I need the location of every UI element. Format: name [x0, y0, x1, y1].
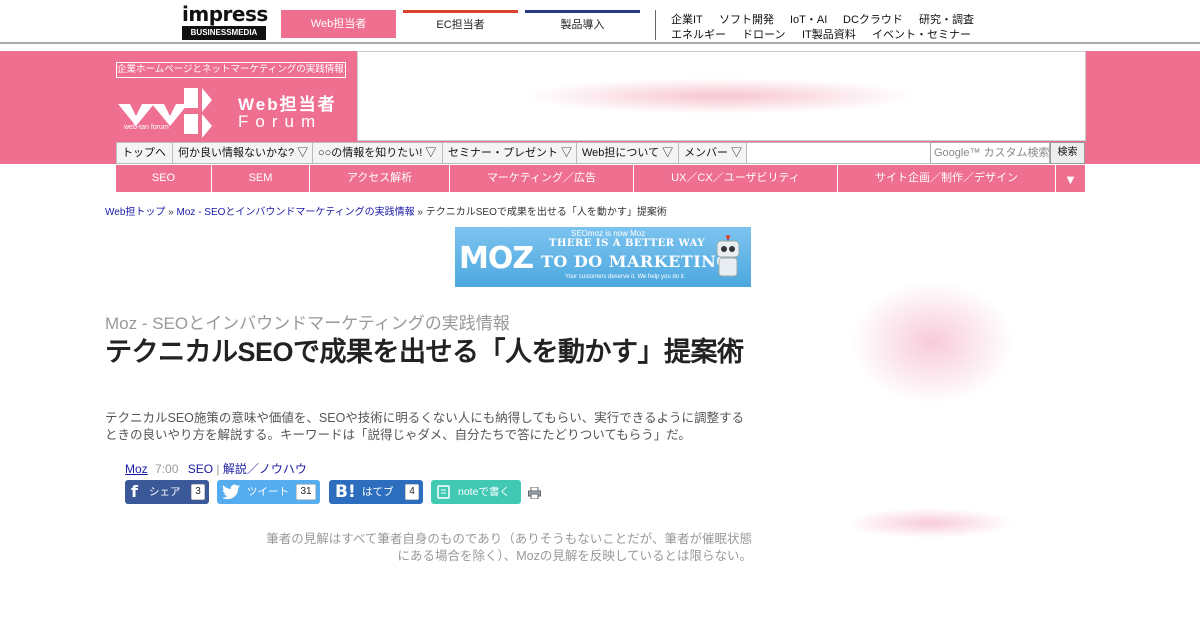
ad-headline-2: TO DO MARKETING [541, 252, 731, 271]
banner-placeholder-graphic [520, 78, 920, 114]
nav-member[interactable]: メンバー ▽ [679, 143, 747, 163]
category-link-seo[interactable]: SEO [188, 462, 213, 476]
twitter-icon [222, 484, 240, 500]
search-button[interactable]: 検索 [1050, 142, 1085, 164]
tab-web-tanto[interactable]: Web担当者 [281, 10, 396, 38]
note-icon [437, 485, 450, 499]
hatena-bookmark-label: はてブ [362, 486, 394, 498]
author-disclaimer: 筆者の見解はすべて筆者自身のものであり（ありそうもないことだが、筆者が催眠状態に… [266, 532, 752, 563]
nav-about[interactable]: Web担について ▽ [577, 143, 679, 163]
cat-seo[interactable]: SEO [116, 165, 212, 192]
hatena-bookmark-count: 4 [405, 484, 419, 500]
hatena-bookmark-icon: B! [335, 482, 356, 502]
publish-time: 7:00 [155, 462, 179, 476]
cat-site-design[interactable]: サイト企画／制作／デザイン [838, 165, 1055, 192]
businessmedia-logo[interactable]: BUSINESSMEDIA [182, 26, 266, 40]
note-share-button[interactable]: noteで書く [431, 480, 521, 504]
note-share-label: noteで書く [458, 486, 510, 498]
tab-ec-tanto[interactable]: EC担当者 [403, 10, 518, 38]
printer-icon[interactable] [528, 487, 541, 499]
header-divider [655, 10, 656, 40]
global-header: impress BUSINESSMEDIA Web担当者 EC担当者 製品導入 … [0, 0, 1200, 44]
breadcrumb-sep: » [414, 207, 426, 218]
sidebar-ad-placeholder [845, 508, 1015, 538]
breadcrumb-home[interactable]: Web担トップ [105, 207, 165, 218]
nav-topics[interactable]: ○○の情報を知りたい! ▽ [313, 143, 443, 163]
article-series[interactable]: Moz - SEOとインバウンドマーケティングの実践情報 [105, 309, 510, 334]
site-tagline: 企業ホームページとネットマーケティングの実践情報サイト [116, 62, 346, 78]
roger-robot-icon [716, 235, 740, 277]
toplink-it-docs[interactable]: IT製品資料 [802, 26, 856, 42]
breadcrumb-current: テクニカルSEOで成果を出せる「人を動かす」提案術 [425, 207, 667, 218]
sidebar-ad-placeholder [850, 280, 1015, 405]
toplink-software-dev[interactable]: ソフト開発 [719, 11, 774, 27]
chevron-down-icon[interactable]: ▼ [1055, 165, 1085, 192]
hatena-bookmark-button[interactable]: B! はてブ 4 [329, 480, 423, 504]
author-link[interactable]: Moz [125, 462, 148, 476]
impress-logo[interactable]: impress [182, 2, 268, 26]
cat-sem[interactable]: SEM [212, 165, 310, 192]
nav-seminar[interactable]: セミナー・プレゼント ▽ [443, 143, 577, 163]
toplink-events[interactable]: イベント・セミナー [872, 26, 971, 42]
article-lead: テクニカルSEO施策の意味や価値を、SEOや技術に明るくない人にも納得してもらい… [105, 411, 745, 442]
toplink-dc-cloud[interactable]: DCクラウド [843, 11, 903, 27]
article-meta: Moz 7:00 SEO | 解説／ノウハウ [125, 460, 307, 477]
twitter-share-label: ツイート [247, 486, 289, 498]
toplink-iot-ai[interactable]: IoT・AI [790, 11, 827, 27]
moz-logo: MOZ [459, 241, 534, 276]
twitter-share-button[interactable]: ツイート 31 [217, 480, 320, 504]
cat-ux[interactable]: UX／CX／ユーザビリティ [634, 165, 838, 192]
category-bar: SEO SEM アクセス解析 マーケティング／広告 UX／CX／ユーザビリティ … [116, 165, 1085, 192]
toplink-research[interactable]: 研究・調査 [919, 11, 974, 27]
cat-marketing[interactable]: マーケティング／広告 [450, 165, 634, 192]
site-logo-subtitle: Forum [238, 112, 323, 131]
moz-ad-banner[interactable]: MOZ SEOmoz is now Moz THERE IS A BETTER … [455, 227, 751, 287]
ad-top-line: SEOmoz is now Moz [571, 229, 646, 238]
toplink-energy[interactable]: エネルギー [671, 26, 726, 42]
ad-headline-1: THERE IS A BETTER WAY [549, 238, 706, 249]
category-separator: | [216, 462, 220, 476]
facebook-icon: f [131, 482, 138, 501]
facebook-share-count: 3 [191, 484, 205, 500]
facebook-share-label: シェア [149, 486, 181, 498]
facebook-share-button[interactable]: f シェア 3 [125, 480, 209, 504]
page-title: テクニカルSEOで成果を出せる「人を動かす」提案術 [105, 337, 744, 367]
nav-discover[interactable]: 何か良い情報ないかな? ▽ [173, 143, 313, 163]
ad-tagline: Your customers deserve it. We help you d… [565, 274, 686, 280]
breadcrumb-sep: » [165, 207, 177, 218]
breadcrumb: Web担トップ » Moz - SEOとインバウンドマーケティングの実践情報 »… [105, 203, 667, 218]
breadcrumb-series[interactable]: Moz - SEOとインバウンドマーケティングの実践情報 [177, 207, 415, 218]
twitter-share-count: 31 [296, 484, 316, 500]
toplink-drone[interactable]: ドローン [742, 26, 785, 42]
site-logo-caption: web-tan forum [124, 124, 169, 131]
nav-top[interactable]: トップへ [117, 143, 173, 163]
tab-product-intro[interactable]: 製品導入 [525, 10, 640, 38]
cat-analytics[interactable]: アクセス解析 [310, 165, 450, 192]
category-link-howto[interactable]: 解説／ノウハウ [223, 462, 307, 476]
search-input[interactable]: Google™ カスタム検索 [930, 142, 1050, 164]
toplink-enterprise-it[interactable]: 企業IT [671, 11, 703, 27]
